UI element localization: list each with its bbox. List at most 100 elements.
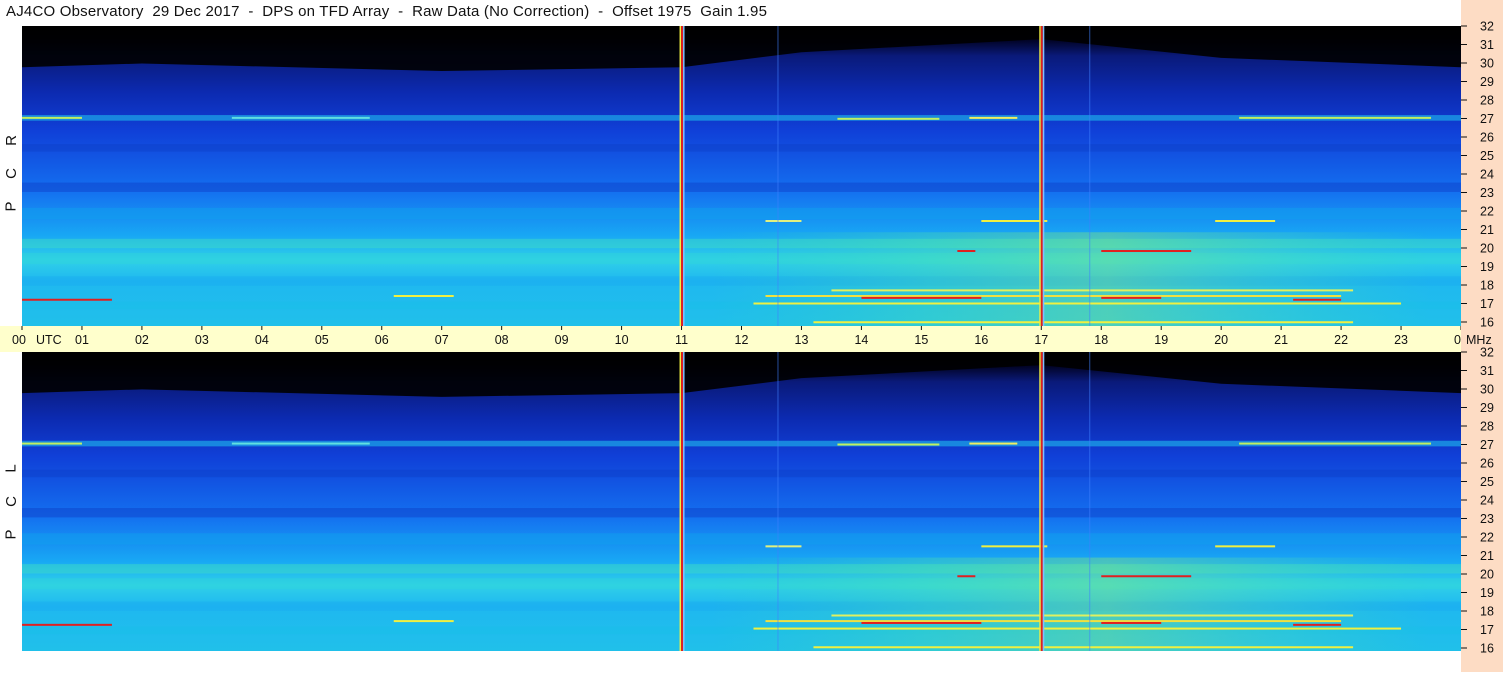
mhz-tick-label: 26 bbox=[1480, 457, 1494, 471]
utc-tick-label: 08 bbox=[495, 333, 509, 347]
signal-trace bbox=[861, 296, 982, 299]
time-marker-edge bbox=[683, 26, 685, 326]
mhz-tick-label: 28 bbox=[1480, 94, 1494, 108]
utc-tick-label: 23 bbox=[1394, 333, 1408, 347]
lcp-spectrogram bbox=[22, 352, 1461, 651]
mhz-tick-label: 18 bbox=[1480, 605, 1494, 619]
faint-vertical-line bbox=[1089, 352, 1091, 651]
mhz-axis-svg: 16 17 18 19 20 21 22 23 24 25 26 27 28 29 30 31 32 16 17 18… bbox=[1461, 20, 1494, 656]
faint-vertical-line bbox=[1089, 26, 1091, 326]
signal-trace bbox=[753, 627, 1402, 630]
mhz-tick-label: 24 bbox=[1480, 494, 1494, 508]
signal-trace bbox=[393, 295, 454, 297]
utc-tick-label: 20 bbox=[1214, 333, 1228, 347]
chart-title: AJ4CO Observatory 29 Dec 2017 - DPS on T… bbox=[6, 3, 768, 20]
signal-trace bbox=[1215, 545, 1276, 548]
utc-tick-label: 22 bbox=[1334, 333, 1348, 347]
signal-trace bbox=[22, 442, 82, 445]
rcp-spectrogram-plot bbox=[22, 26, 1461, 326]
signal-trace bbox=[1239, 442, 1432, 445]
utc-tick-label: 12 bbox=[735, 333, 749, 347]
daytime-enhancement bbox=[711, 232, 1432, 326]
signal-trace bbox=[831, 289, 1354, 292]
signal-trace bbox=[813, 321, 1354, 324]
signal-trace bbox=[765, 295, 1342, 297]
signal-trace bbox=[813, 646, 1354, 649]
signal-trace bbox=[957, 250, 976, 252]
signal-trace bbox=[1101, 621, 1162, 624]
utc-tick-label: 13 bbox=[795, 333, 809, 347]
utc-tick-label: 06 bbox=[375, 333, 389, 347]
mhz-tick-label: 16 bbox=[1480, 316, 1494, 330]
mhz-tick-label: 21 bbox=[1480, 549, 1494, 563]
signal-trace bbox=[22, 116, 82, 119]
signal-trace bbox=[231, 116, 370, 119]
frequency-band bbox=[22, 144, 1461, 152]
frequency-band bbox=[22, 469, 1461, 478]
time-marker-edge bbox=[679, 26, 682, 326]
time-marker bbox=[1040, 26, 1043, 326]
signal-trace bbox=[765, 220, 802, 222]
mhz-tick-label: 29 bbox=[1480, 75, 1494, 89]
rcp-panel-label: R C P bbox=[2, 124, 19, 223]
signal-trace bbox=[837, 117, 940, 120]
utc-tick-label: 17 bbox=[1034, 333, 1048, 347]
time-marker bbox=[681, 26, 684, 326]
mhz-unit-label: MHz bbox=[1466, 333, 1492, 347]
mhz-tick-label: 23 bbox=[1480, 186, 1494, 200]
signal-trace bbox=[765, 620, 1342, 623]
utc-tick-label: 07 bbox=[435, 333, 449, 347]
signal-trace bbox=[831, 614, 1354, 617]
signal-trace bbox=[969, 442, 1018, 445]
signal-trace bbox=[837, 443, 940, 446]
utc-tick-label: 21 bbox=[1274, 333, 1288, 347]
utc-tick-label: 00 bbox=[1454, 333, 1461, 347]
mhz-tick-label: 21 bbox=[1480, 223, 1494, 237]
signal-trace bbox=[861, 621, 982, 624]
signal-trace bbox=[969, 116, 1018, 119]
mhz-tick-label: 28 bbox=[1480, 420, 1494, 434]
lcp-spectrogram-plot bbox=[22, 352, 1461, 651]
frequency-band bbox=[22, 207, 1461, 220]
mhz-tick-label: 22 bbox=[1480, 531, 1494, 545]
mhz-tick-label: 20 bbox=[1480, 568, 1494, 582]
mhz-tick-label: 18 bbox=[1480, 279, 1494, 293]
utc-tick-label: 15 bbox=[914, 333, 928, 347]
mhz-tick-label: 19 bbox=[1480, 586, 1494, 600]
time-marker-edge bbox=[679, 352, 682, 651]
daytime-enhancement bbox=[711, 557, 1432, 651]
utc-unit-label: UTC bbox=[36, 333, 62, 347]
mhz-tick-label: 20 bbox=[1480, 242, 1494, 256]
signal-trace bbox=[1101, 296, 1162, 299]
signal-trace bbox=[753, 302, 1402, 305]
time-marker-edge bbox=[1039, 352, 1041, 651]
rcp-spectrogram bbox=[22, 26, 1461, 326]
mhz-tick-label: 31 bbox=[1480, 38, 1494, 52]
signal-trace bbox=[1293, 298, 1342, 301]
time-marker-edge bbox=[1042, 26, 1045, 326]
signal-trace bbox=[22, 623, 112, 626]
time-marker-edge bbox=[1042, 352, 1045, 651]
mhz-tick-label: 31 bbox=[1480, 364, 1494, 378]
signal-trace bbox=[1101, 575, 1192, 578]
signal-trace bbox=[981, 545, 1048, 548]
time-marker bbox=[681, 352, 684, 651]
signal-trace bbox=[393, 620, 454, 623]
utc-tick-label: 00 bbox=[12, 333, 26, 347]
mhz-tick-label: 24 bbox=[1480, 168, 1494, 182]
mhz-tick-label: 30 bbox=[1480, 383, 1494, 397]
time-marker-edge bbox=[683, 352, 685, 651]
mhz-tick-label: 17 bbox=[1480, 623, 1494, 637]
signal-trace bbox=[957, 575, 976, 578]
faint-vertical-line bbox=[777, 352, 779, 651]
signal-trace bbox=[1101, 250, 1192, 252]
time-marker bbox=[1040, 352, 1043, 651]
lcp-panel-label: L C P bbox=[2, 452, 19, 551]
utc-tick-label: 04 bbox=[255, 333, 269, 347]
faint-vertical-line bbox=[777, 26, 779, 326]
mhz-tick-label: 32 bbox=[1480, 20, 1494, 34]
utc-tick-label: 16 bbox=[974, 333, 988, 347]
utc-tick-label: 19 bbox=[1154, 333, 1168, 347]
signal-trace bbox=[231, 442, 370, 445]
mhz-tick-label: 19 bbox=[1480, 260, 1494, 274]
